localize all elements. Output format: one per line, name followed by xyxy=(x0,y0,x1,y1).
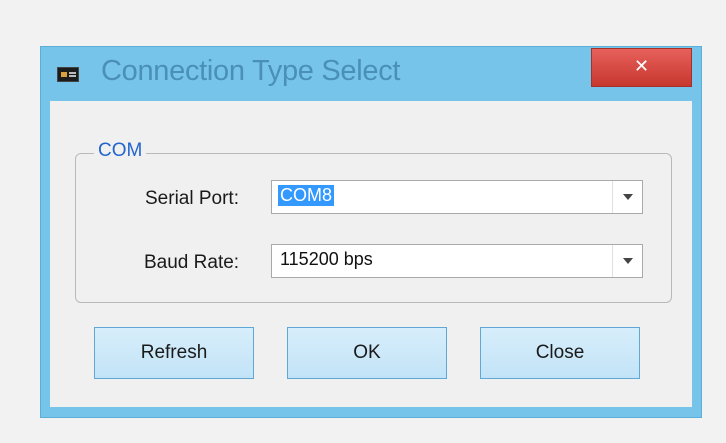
baud-rate-value: 115200 bps xyxy=(280,249,373,269)
title-bar[interactable]: Connection Type Select ✕ xyxy=(41,47,701,101)
serial-port-label: Serial Port: xyxy=(145,188,239,209)
group-legend: COM xyxy=(94,140,147,162)
close-button[interactable]: Close xyxy=(480,327,640,379)
chevron-down-icon[interactable] xyxy=(612,181,642,213)
serial-port-value: COM8 xyxy=(278,185,335,206)
ok-button[interactable]: OK xyxy=(287,327,447,379)
close-icon: ✕ xyxy=(633,56,650,77)
chevron-down-icon[interactable] xyxy=(612,245,642,277)
window-title: Connection Type Select xyxy=(101,55,401,87)
refresh-button[interactable]: Refresh xyxy=(94,327,254,379)
app-window-icon xyxy=(57,67,79,82)
serial-port-combobox[interactable]: COM8 xyxy=(271,180,643,214)
dialog-client-area: COM Serial Port: COM8 Baud Rate: 115200 … xyxy=(50,101,692,407)
com-groupbox: COM Serial Port: COM8 Baud Rate: 115200 … xyxy=(75,140,672,303)
window-close-button[interactable]: ✕ xyxy=(591,48,692,87)
baud-rate-label: Baud Rate: xyxy=(144,252,240,273)
baud-rate-combobox[interactable]: 115200 bps xyxy=(271,244,643,278)
dialog-window: Connection Type Select ✕ COM Serial Port… xyxy=(40,46,702,418)
